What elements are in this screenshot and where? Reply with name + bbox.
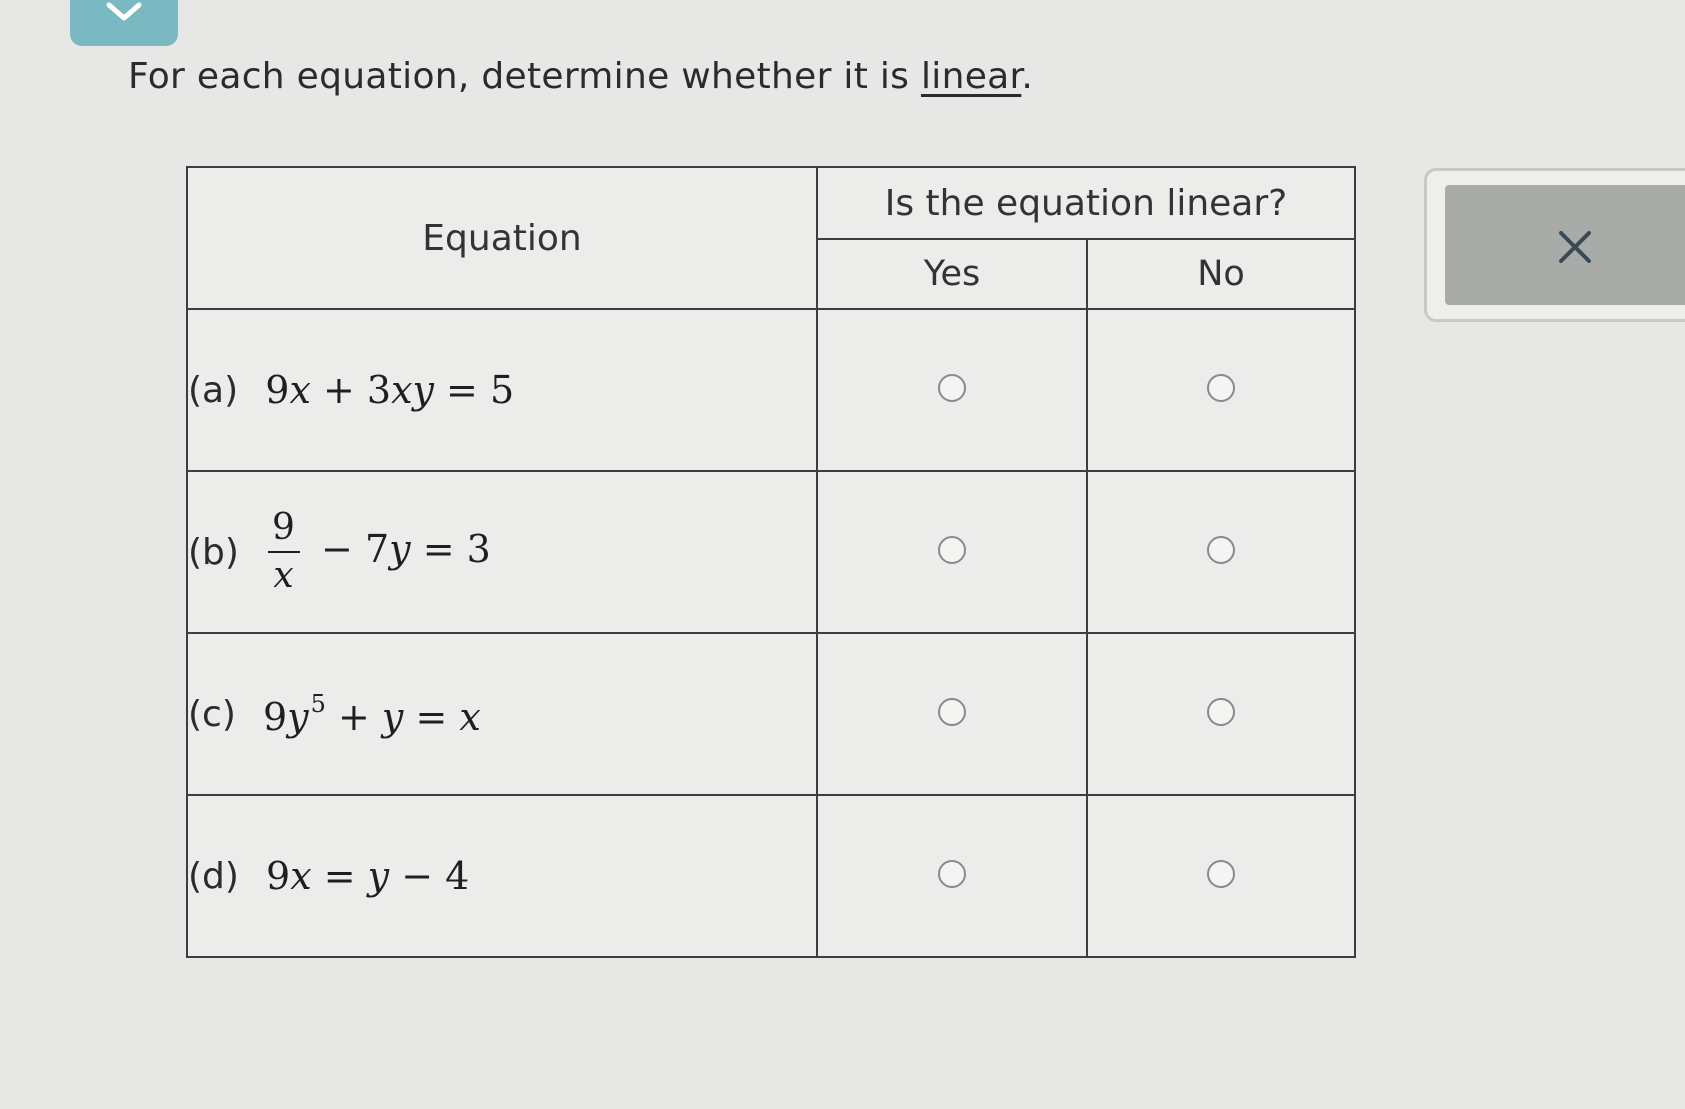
linear-definition-link[interactable]: linear bbox=[921, 56, 1021, 97]
prompt-period: . bbox=[1021, 56, 1034, 97]
clear-button[interactable] bbox=[1445, 185, 1685, 305]
fraction-9-over-x: 9x bbox=[266, 507, 301, 597]
header-is-linear: Is the equation linear? bbox=[816, 166, 1356, 240]
radio-no-a[interactable] bbox=[1207, 374, 1235, 402]
row-label-a: (a) bbox=[188, 369, 239, 411]
no-cell-b bbox=[1086, 470, 1356, 634]
header-no: No bbox=[1086, 238, 1356, 310]
no-cell-a bbox=[1086, 308, 1356, 472]
equation-b: 9x − 7y = 3 bbox=[266, 507, 491, 596]
answer-tools-panel bbox=[1424, 168, 1685, 322]
close-icon bbox=[1559, 231, 1591, 263]
equation-a: 9x + 3xy = 5 bbox=[265, 368, 515, 412]
equation-cell-c: (c) 9y5 + y = x bbox=[186, 632, 818, 796]
question-prompt: For each equation, determine whether it … bbox=[128, 56, 1033, 97]
equation-c: 9y5 + y = x bbox=[262, 689, 481, 739]
equation-cell-d: (d) 9x = y − 4 bbox=[186, 794, 818, 958]
equation-cell-a: (a) 9x + 3xy = 5 bbox=[186, 308, 818, 472]
header-equation: Equation bbox=[186, 166, 818, 310]
radio-yes-b[interactable] bbox=[938, 536, 966, 564]
equation-d: 9x = y − 4 bbox=[266, 854, 470, 898]
row-label-d: (d) bbox=[188, 855, 239, 897]
yes-cell-d bbox=[816, 794, 1088, 958]
chevron-down-icon bbox=[106, 2, 142, 21]
collapse-tab[interactable] bbox=[70, 0, 178, 46]
table-row-d: (d) 9x = y − 4 bbox=[186, 794, 1356, 958]
radio-yes-d[interactable] bbox=[938, 860, 966, 888]
radio-yes-a[interactable] bbox=[938, 374, 966, 402]
header-yes: Yes bbox=[816, 238, 1088, 310]
yes-cell-a bbox=[816, 308, 1088, 472]
yes-cell-c bbox=[816, 632, 1088, 796]
table-row-c: (c) 9y5 + y = x bbox=[186, 632, 1356, 796]
row-label-c: (c) bbox=[188, 693, 236, 735]
yes-cell-b bbox=[816, 470, 1088, 634]
row-label-b: (b) bbox=[188, 531, 239, 573]
radio-no-c[interactable] bbox=[1207, 698, 1235, 726]
no-cell-d bbox=[1086, 794, 1356, 958]
equation-cell-b: (b) 9x − 7y = 3 bbox=[186, 470, 818, 634]
table-row-a: (a) 9x + 3xy = 5 bbox=[186, 308, 1356, 472]
radio-no-d[interactable] bbox=[1207, 860, 1235, 888]
equation-table: Equation Is the equation linear? Yes No … bbox=[186, 166, 1356, 958]
radio-no-b[interactable] bbox=[1207, 536, 1235, 564]
no-cell-c bbox=[1086, 632, 1356, 796]
prompt-text: For each equation, determine whether it … bbox=[128, 56, 921, 97]
radio-yes-c[interactable] bbox=[938, 698, 966, 726]
table-row-b: (b) 9x − 7y = 3 bbox=[186, 470, 1356, 634]
